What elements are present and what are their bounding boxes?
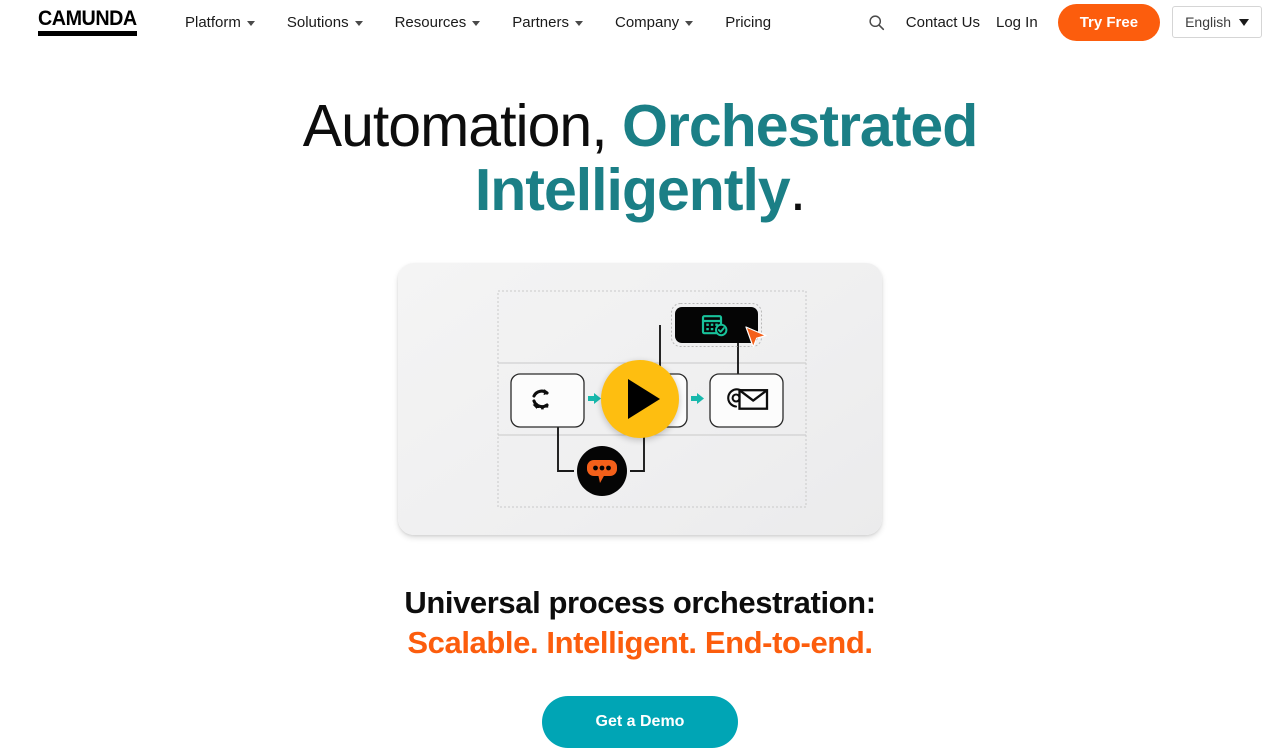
teal-arrow-icon-right: [691, 393, 704, 404]
site-header: CAMUNDA Platform Solutions Resources Par…: [0, 0, 1280, 44]
get-a-demo-button[interactable]: Get a Demo: [541, 696, 739, 748]
flow-service-to-chat: [557, 427, 574, 472]
logo-wordmark: CAMUNDA: [38, 6, 137, 30]
chevron-down-icon: [354, 20, 363, 26]
play-button[interactable]: [601, 360, 679, 438]
hero-cta-area: Get a Demo: [0, 696, 1280, 748]
nav-item-partners[interactable]: Partners: [496, 8, 599, 37]
language-selector-value: English: [1185, 14, 1231, 30]
try-free-button[interactable]: Try Free: [1057, 3, 1161, 41]
bpmn-node-chat: [577, 446, 627, 496]
nav-item-label: Company: [614, 13, 680, 31]
hero-title-period: .: [789, 157, 806, 223]
hero-video-thumbnail[interactable]: [398, 263, 882, 535]
nav-item-label: Partners: [512, 13, 569, 31]
language-selector[interactable]: English: [1172, 6, 1262, 38]
subheading-line-2: Scalable. Intelligent. End-to-end.: [407, 625, 873, 660]
page-title: Automation, Orchestrated Intelligently.: [260, 94, 1020, 222]
chevron-down-icon: [685, 20, 694, 26]
bpmn-task-service: [510, 373, 585, 428]
chevron-down-icon: [472, 20, 481, 26]
bpmn-lane-bottom: [497, 434, 807, 508]
log-in-link[interactable]: Log In: [988, 14, 1046, 31]
camunda-logo[interactable]: CAMUNDA: [38, 6, 143, 36]
teal-arrow-icon-left: [588, 393, 601, 404]
header-actions: Contact Us Log In Try Free English: [866, 3, 1262, 41]
hero-section: Automation, Orchestrated Intelligently.: [0, 44, 1280, 748]
subheading-line-1: Universal process orchestration:: [404, 585, 876, 620]
chevron-down-icon: [574, 20, 583, 26]
contact-us-link[interactable]: Contact Us: [898, 14, 988, 31]
search-icon[interactable]: [866, 11, 888, 33]
primary-navigation: Platform Solutions Resources Partners Co…: [169, 8, 787, 37]
nav-item-label: Resources: [394, 13, 467, 31]
hero-title-plain: Automation,: [302, 93, 622, 159]
play-icon: [628, 379, 660, 419]
chevron-down-icon: [1239, 18, 1249, 26]
nav-item-pricing[interactable]: Pricing: [709, 8, 787, 37]
nav-item-label: Pricing: [725, 13, 772, 31]
nav-item-resources[interactable]: Resources: [379, 8, 497, 37]
nav-item-platform[interactable]: Platform: [169, 8, 271, 37]
nav-item-company[interactable]: Company: [599, 8, 709, 37]
chevron-down-icon: [246, 20, 255, 26]
bpmn-task-email: [709, 373, 784, 428]
nav-item-label: Platform: [185, 13, 241, 31]
hero-subheading: Universal process orchestration: Scalabl…: [0, 583, 1280, 663]
nav-item-label: Solutions: [286, 13, 349, 31]
bpmn-node-calendar: [671, 303, 767, 348]
logo-underline-bar: [38, 30, 137, 36]
nav-item-solutions[interactable]: Solutions: [271, 8, 379, 37]
bpmn-lane-top: [497, 290, 807, 364]
